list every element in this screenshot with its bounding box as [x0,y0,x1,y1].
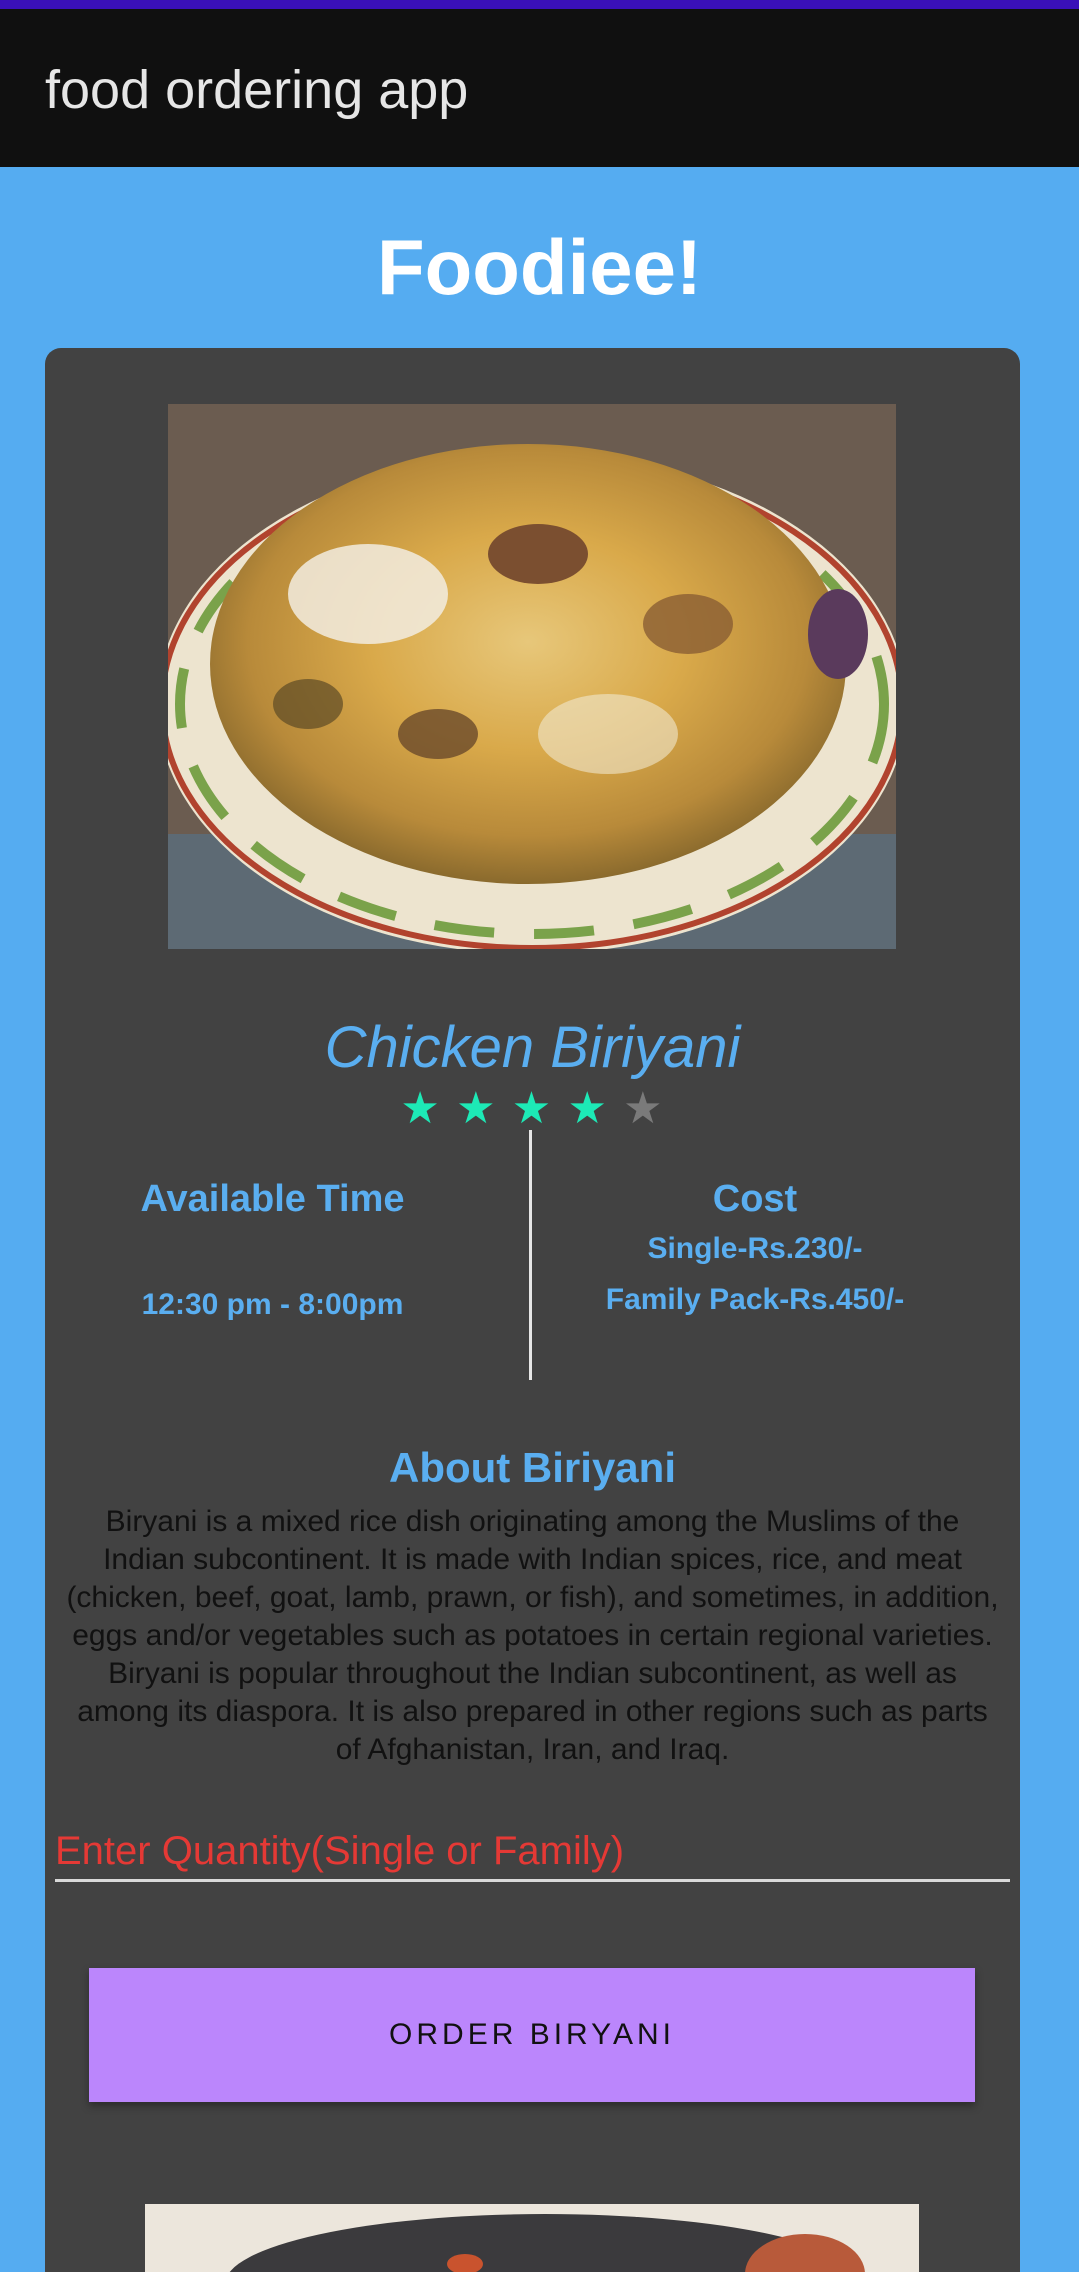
cost-label: Cost [712,1178,798,1220]
quantity-input[interactable] [55,1823,1010,1882]
dish-card: Chicken Biriyani ★ ★ ★ ★ ★ Available Tim… [45,348,1020,2272]
dish-name: Chicken Biriyani [324,1015,741,1080]
app-title: food ordering app [45,60,469,120]
cost-family: Family Pack-Rs.450/- [605,1283,905,1316]
page-title: Foodiee! [377,223,702,311]
available-time-label: Available Time [140,1178,405,1220]
about-title: About Biriyani [388,1444,676,1491]
available-time-value: 12:30 pm - 8:00pm [141,1288,404,1321]
star-icon[interactable]: ★ [456,1084,497,1133]
next-dish-photo [145,2204,919,2272]
biryani-photo [168,404,896,949]
star-icon[interactable]: ★ [512,1084,553,1133]
order-biryani-button[interactable]: ORDER BIRYANI [89,1968,975,2102]
status-bar [0,0,1079,9]
star-icon[interactable]: ★ [567,1084,608,1133]
vertical-divider [529,1130,532,1380]
rating-bar[interactable]: ★ ★ ★ ★ ★ [45,1083,1020,1134]
app-bar: food ordering app [0,9,1079,167]
cost-single: Single-Rs.230/- [647,1232,863,1265]
star-icon[interactable]: ★ [623,1084,664,1133]
about-text: Biryani is a mixed rice dish originating… [66,1505,999,1766]
star-icon[interactable]: ★ [400,1084,441,1133]
